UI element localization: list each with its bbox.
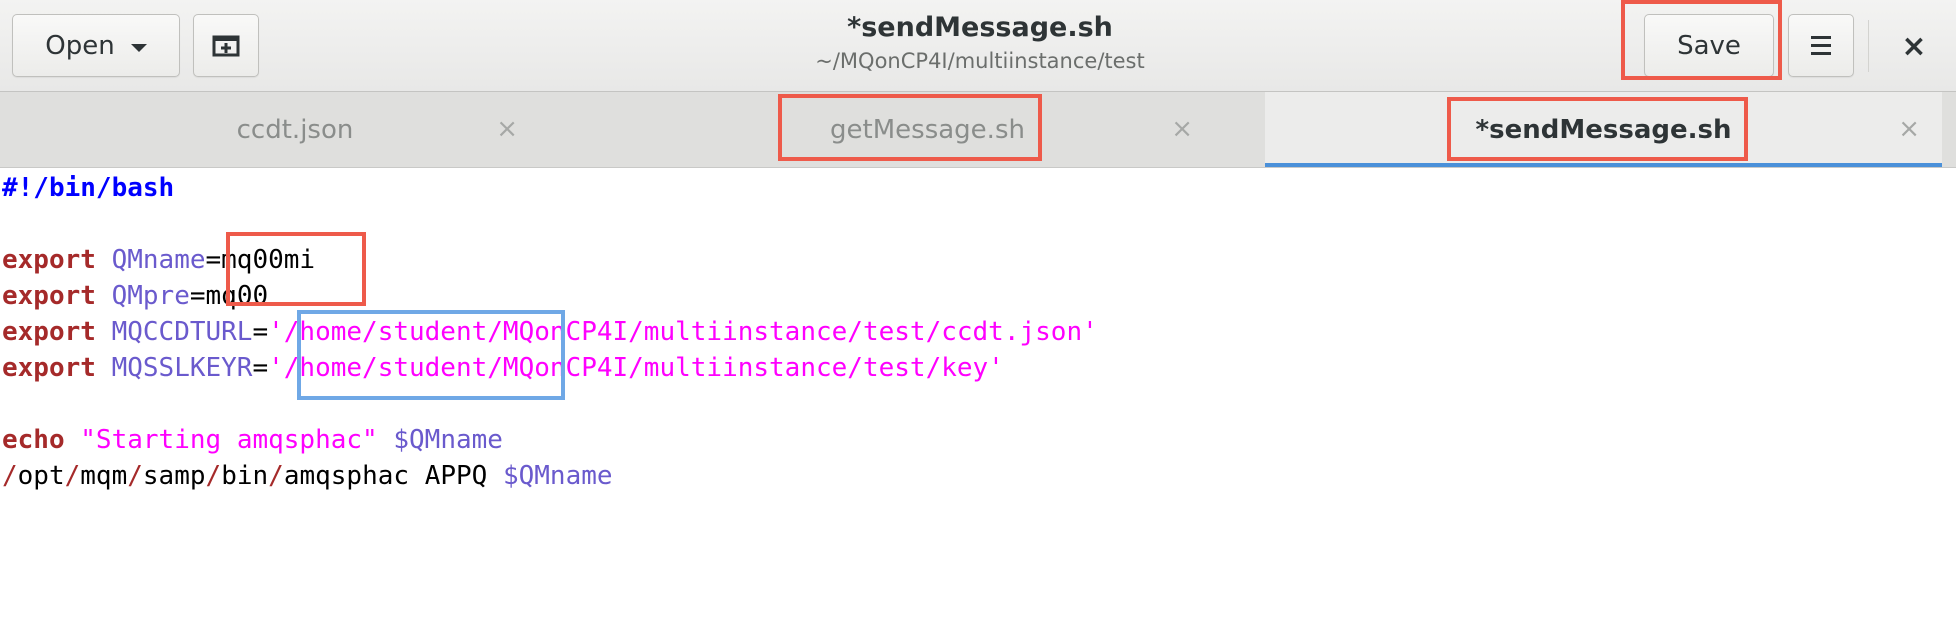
keyword: export: [2, 353, 96, 383]
equals: =: [252, 317, 269, 347]
string-literal: '/home/student/MQonCP4I/multiinstance/te…: [268, 317, 1098, 347]
header-bar: Open *sendMessage.sh ~/MQonCP4I/multiins…: [0, 0, 1956, 92]
code-line-6: export MQSSLKEYR='/home/student/MQonCP4I…: [2, 350, 1004, 386]
keyword: echo: [2, 425, 65, 455]
path-slash: /: [127, 461, 143, 491]
new-document-icon: [212, 35, 240, 56]
tab-label: ccdt.json: [236, 114, 354, 145]
variable-ref: $QMname: [393, 425, 503, 455]
string-literal: '/home/student/MQonCP4I/multiinstance/te…: [268, 353, 1004, 383]
code-line-3: export QMname=mq00mi: [2, 242, 315, 278]
window-subtitle: ~/MQonCP4I/multiinstance/test: [815, 49, 1145, 73]
equals: =: [252, 353, 269, 383]
string-literal: "Starting amqsphac": [80, 425, 378, 455]
shebang: #!/bin/bash: [2, 173, 175, 203]
open-button[interactable]: Open: [12, 14, 180, 77]
code-line-4: export QMpre=mq00: [2, 278, 268, 314]
variable-ref: $QMname: [502, 461, 613, 491]
active-tab-indicator: [1265, 163, 1942, 167]
code-line-9: /opt/mqm/samp/bin/amqsphac APPQ $QMname: [2, 458, 613, 494]
path-slash: /: [205, 461, 222, 491]
code-line-1: #!/bin/bash: [2, 170, 174, 206]
tab-label: *sendMessage.sh: [1475, 114, 1732, 145]
close-icon: ×: [1901, 28, 1927, 64]
tab-bar: ccdt.json × getMessage.sh × *sendMessage…: [0, 92, 1956, 168]
variable-name: QMpre: [111, 281, 190, 311]
close-icon[interactable]: ×: [1171, 114, 1193, 144]
path-slash: /: [268, 461, 284, 491]
command-args: amqsphac APPQ: [283, 461, 503, 491]
code-line-8: echo "Starting amqsphac" $QMname: [2, 422, 503, 458]
code-line-5: export MQCCDTURL='/home/student/MQonCP4I…: [2, 314, 1098, 350]
keyword: export: [2, 245, 96, 275]
variable-name: MQCCDTURL: [111, 317, 253, 347]
path-part: mqm: [80, 461, 128, 491]
keyword: export: [2, 281, 96, 311]
tab-ccdt-json[interactable]: ccdt.json ×: [0, 92, 590, 167]
tab-label: getMessage.sh: [830, 114, 1025, 145]
hamburger-menu-icon: [1811, 36, 1831, 55]
variable-name: QMname: [111, 245, 206, 275]
assignment: =mq00mi: [205, 245, 316, 275]
save-button-label: Save: [1677, 30, 1741, 61]
menu-button[interactable]: [1788, 14, 1854, 77]
close-icon[interactable]: ×: [496, 114, 518, 144]
window-title: *sendMessage.sh: [847, 12, 1113, 43]
keyword: export: [2, 317, 96, 347]
tab-sendmessage-sh[interactable]: *sendMessage.sh ×: [1265, 92, 1942, 167]
path-part: samp: [142, 461, 206, 491]
window-close-button[interactable]: ×: [1892, 24, 1936, 68]
path-part: opt: [17, 461, 65, 491]
tab-getmessage-sh[interactable]: getMessage.sh ×: [590, 92, 1265, 167]
path-slash: /: [2, 461, 18, 491]
path-slash: /: [64, 461, 81, 491]
variable-name: MQSSLKEYR: [111, 353, 253, 383]
chevron-down-icon: [130, 43, 147, 52]
path-part: bin: [221, 461, 269, 491]
assignment: =mq00: [189, 281, 269, 311]
header-separator: [1868, 20, 1869, 72]
text-editor[interactable]: #!/bin/bash export QMname=mq00mi export …: [0, 168, 1956, 620]
save-button[interactable]: Save: [1644, 14, 1774, 77]
new-tab-button[interactable]: [193, 14, 259, 77]
close-icon[interactable]: ×: [1898, 114, 1920, 144]
window-title-area: *sendMessage.sh ~/MQonCP4I/multiinstance…: [700, 10, 1260, 76]
open-button-label: Open: [45, 30, 115, 61]
